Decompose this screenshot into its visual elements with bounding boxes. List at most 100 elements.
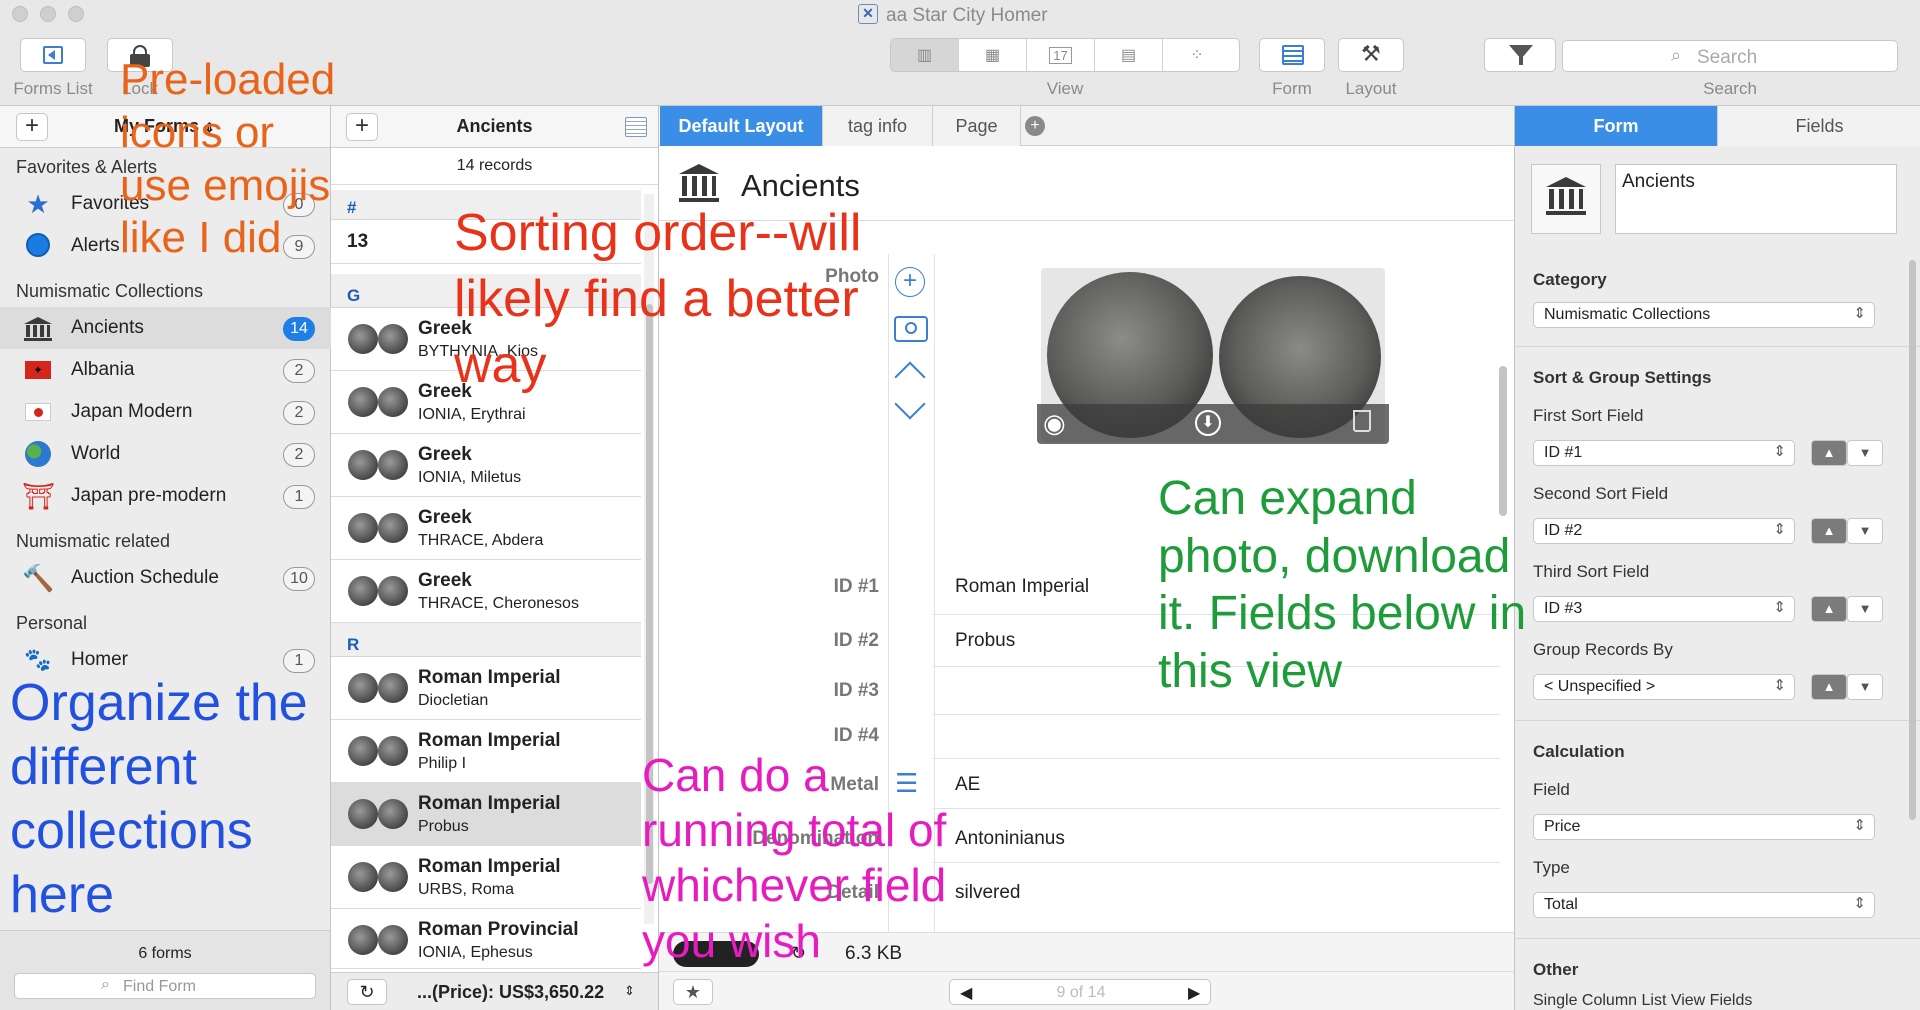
sort-descending-button[interactable]: ▼ — [1847, 440, 1883, 466]
next-record-button[interactable]: ▶ — [1188, 983, 1200, 1003]
calc-type-select[interactable]: Total ⇕ — [1533, 892, 1875, 918]
sidebar-item-ancients[interactable]: Ancients 14 — [0, 307, 331, 349]
map-view-icon[interactable]: ▤ — [1095, 39, 1163, 71]
list-title: Ancients — [456, 116, 533, 136]
sort-ascending-button[interactable]: ▲ — [1811, 518, 1847, 544]
chevron-updown-icon: ⇕ — [1773, 443, 1786, 460]
field-value-metal[interactable]: AE — [955, 774, 980, 796]
tab-page[interactable]: Page — [933, 106, 1021, 146]
list-item-subtitle: IONIA, Erythrai — [418, 406, 526, 423]
albania-flag-icon: ✦ — [22, 355, 54, 385]
list-item-title: Greek — [418, 507, 472, 528]
category-value: Numismatic Collections — [1544, 306, 1711, 323]
field-label-id1: ID #1 — [833, 576, 879, 597]
add-photo-button[interactable]: + — [895, 267, 925, 297]
category-select[interactable]: Numismatic Collections ⇕ — [1533, 302, 1875, 328]
calendar-view-icon[interactable]: 17 — [1027, 39, 1095, 71]
eye-icon[interactable]: ◉ — [1043, 408, 1066, 439]
list-options-icon[interactable] — [625, 117, 647, 137]
forms-list-label: Forms List — [13, 79, 93, 98]
coin-photo[interactable]: ◉ ⬇ — [1037, 268, 1389, 444]
inspector-scrollbar[interactable] — [1907, 150, 1917, 1010]
list-item[interactable]: Greek IONIA, Miletus — [331, 434, 641, 497]
list-item[interactable]: Roman Imperial URBS, Roma — [331, 846, 641, 909]
list-item[interactable]: Greek THRACE, Cheronesos — [331, 560, 641, 623]
sort-descending-button[interactable]: ▼ — [1847, 596, 1883, 622]
sort-ascending-button[interactable]: ▲ — [1811, 674, 1847, 700]
chevron-down-icon[interactable] — [894, 388, 926, 420]
sidebar-item-japan-modern[interactable]: Japan Modern 2 — [0, 391, 331, 433]
field-value-denomination[interactable]: Antoninianus — [955, 828, 1065, 850]
list-item[interactable]: Roman Imperial Philip I — [331, 720, 641, 783]
close-window-button[interactable] — [12, 6, 28, 22]
group-records-select[interactable]: < Unspecified > ⇕ — [1533, 674, 1795, 700]
favorite-star-icon[interactable]: ★ — [673, 979, 713, 1005]
camera-icon[interactable] — [894, 316, 928, 342]
list-item-subtitle: URBS, Roma — [418, 881, 515, 898]
calc-field-value: Price — [1544, 818, 1581, 835]
list-item[interactable]: Roman Imperial Diocletian — [331, 657, 641, 720]
first-sort-select[interactable]: ID #1 ⇕ — [1533, 440, 1795, 466]
calc-type-value: Total — [1544, 896, 1578, 913]
tab-fields[interactable]: Fields — [1718, 106, 1920, 146]
add-layout-button[interactable]: + — [1025, 116, 1045, 136]
list-item-title: 13 — [347, 231, 369, 252]
third-sort-label: Third Sort Field — [1533, 562, 1650, 581]
search-icon: ⌕ — [1671, 45, 1682, 65]
minimize-window-button[interactable] — [40, 6, 56, 22]
refresh-icon[interactable]: ↻ — [347, 979, 387, 1005]
records-count: 14 records — [456, 157, 533, 174]
section-personal: Personal — [16, 613, 88, 633]
second-sort-value: ID #2 — [1544, 522, 1583, 539]
form-name-input[interactable]: Ancients — [1615, 164, 1897, 234]
list-item[interactable]: Greek THRACE, Abdera — [331, 497, 641, 560]
view-selector[interactable]: ▥ ▦ 17 ▤ ⁘ — [890, 38, 1240, 72]
sidebar-item-auction-schedule[interactable]: 🔨 Auction Schedule 10 — [0, 557, 331, 599]
sidebar-item-label: Auction Schedule — [71, 567, 219, 588]
list-item-subtitle: Diocletian — [418, 692, 489, 709]
chevron-updown-icon: ⇕ — [1773, 599, 1786, 616]
count-badge: 1 — [283, 485, 315, 509]
sort-ascending-button[interactable]: ▲ — [1811, 440, 1847, 466]
layout-button[interactable]: ⚒ — [1338, 38, 1404, 72]
table-view-icon[interactable]: ▦ — [959, 39, 1027, 71]
download-icon[interactable]: ⬇ — [1195, 410, 1221, 436]
trash-icon[interactable] — [1353, 410, 1371, 432]
form-name-value: Ancients — [1622, 171, 1695, 192]
add-form-button[interactable]: + — [16, 113, 48, 141]
chevron-updown-icon: ⇕ — [1853, 817, 1866, 834]
tab-default-layout[interactable]: Default Layout — [660, 106, 823, 146]
field-value-id1[interactable]: Roman Imperial — [955, 576, 1089, 598]
tab-tag-info[interactable]: tag info — [823, 106, 933, 146]
calc-field-select[interactable]: Price ⇕ — [1533, 814, 1875, 840]
column-view-icon[interactable]: ▥ — [891, 39, 959, 71]
form-button[interactable] — [1259, 38, 1325, 72]
sort-group-heading: Sort & Group Settings — [1533, 368, 1712, 387]
field-value-id2[interactable]: Probus — [955, 630, 1015, 652]
group-header-r: R — [331, 623, 641, 657]
list-item[interactable]: Roman Provincial IONIA, Ephesus — [331, 909, 641, 969]
sort-descending-button[interactable]: ▼ — [1847, 518, 1883, 544]
search-input[interactable]: ⌕ Search — [1562, 40, 1898, 72]
sidebar-item-albania[interactable]: ✦ Albania 2 — [0, 349, 331, 391]
running-total[interactable]: ...(Price): US$3,650.22 — [417, 982, 604, 1003]
sort-descending-button[interactable]: ▼ — [1847, 674, 1883, 700]
sort-ascending-button[interactable]: ▲ — [1811, 596, 1847, 622]
chevron-updown-icon: ⇕ — [1773, 521, 1786, 538]
third-sort-select[interactable]: ID #3 ⇕ — [1533, 596, 1795, 622]
paw-icon: 🐾 — [24, 647, 52, 672]
grid-view-icon[interactable]: ⁘ — [1163, 39, 1231, 71]
zoom-window-button[interactable] — [68, 6, 84, 22]
find-form-input[interactable]: ⌕ Find Form — [14, 973, 316, 999]
list-item-title: Roman Imperial — [418, 856, 561, 877]
category-label: Category — [1533, 270, 1607, 289]
forms-list-button[interactable] — [20, 38, 86, 72]
list-item-selected[interactable]: Roman Imperial Probus — [331, 783, 641, 846]
tab-form[interactable]: Form — [1515, 106, 1718, 146]
sidebar-item-world[interactable]: World 2 — [0, 433, 331, 475]
second-sort-select[interactable]: ID #2 ⇕ — [1533, 518, 1795, 544]
filter-button[interactable] — [1484, 38, 1556, 72]
sidebar-item-japan-pre-modern[interactable]: ⛩ Japan pre-modern 1 — [0, 475, 331, 517]
field-value-detail[interactable]: silvered — [955, 882, 1020, 904]
form-icon-picker[interactable] — [1531, 164, 1601, 234]
